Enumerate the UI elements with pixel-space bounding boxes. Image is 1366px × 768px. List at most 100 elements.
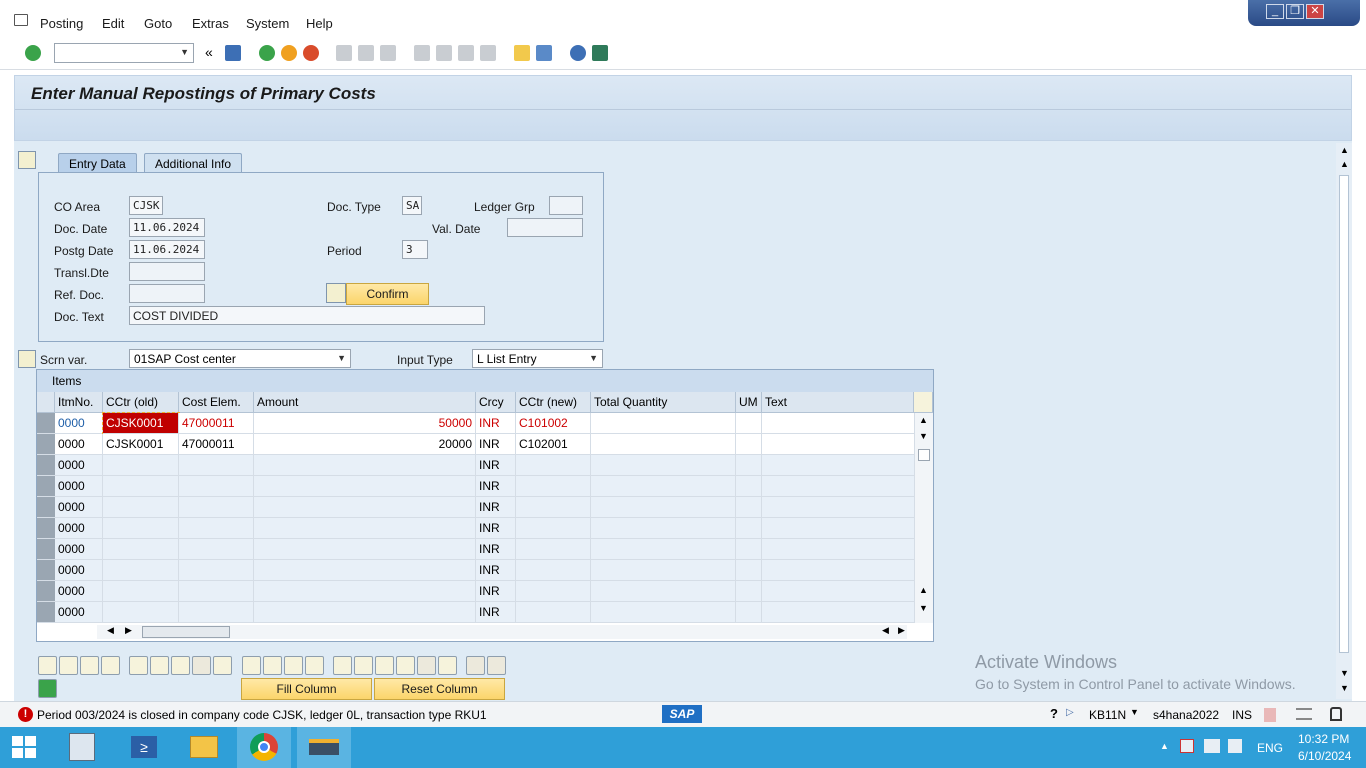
row-selector[interactable] [37, 413, 55, 434]
deselect-all-icon[interactable] [101, 656, 120, 675]
scroll-page-down-icon[interactable]: ▼ [919, 603, 928, 613]
menu-edit[interactable]: Edit [102, 16, 124, 31]
cell-total-quantity[interactable] [591, 434, 736, 455]
start-button[interactable] [0, 727, 54, 768]
cell-total-quantity[interactable] [591, 413, 736, 434]
postg-date-field[interactable]: 11.06.2024 [129, 240, 205, 259]
restore-button[interactable]: ❐ [1286, 4, 1304, 19]
cell-um[interactable] [736, 560, 762, 581]
cell-cost-elem[interactable] [179, 581, 254, 602]
cell-total-quantity[interactable] [591, 602, 736, 623]
co-area-field[interactable]: CJSK [129, 196, 163, 215]
find-in-table-icon[interactable] [375, 656, 394, 675]
col-amount[interactable]: Amount [254, 392, 476, 413]
scroll-down-icon[interactable]: ▼ [919, 431, 928, 441]
cell-cctr-new[interactable] [516, 539, 591, 560]
doc-text-field[interactable]: COST DIVIDED [129, 306, 485, 325]
cell-total-quantity[interactable] [591, 518, 736, 539]
scroll-up-icon[interactable]: ▲ [919, 415, 928, 425]
enter-check-icon[interactable] [25, 45, 41, 61]
menu-extras[interactable]: Extras [192, 16, 229, 31]
cell-um[interactable] [736, 602, 762, 623]
cell-crcy[interactable]: INR [476, 476, 516, 497]
select-block-icon[interactable] [80, 656, 99, 675]
page-scroll-down-icon[interactable]: ▼ [1340, 668, 1349, 678]
cell-text[interactable] [762, 476, 915, 497]
page-vscrollbar[interactable]: ▲ ▲ ▼ ▼ [1336, 143, 1352, 699]
tray-expand-icon[interactable]: ▲ [1160, 741, 1169, 751]
row-selector[interactable] [37, 455, 55, 476]
server-manager-icon[interactable] [57, 727, 111, 768]
paste-icon[interactable] [284, 656, 303, 675]
select-all-icon[interactable] [59, 656, 78, 675]
cell-cost-elem[interactable] [179, 539, 254, 560]
network-icon[interactable] [1204, 739, 1220, 753]
cell-cctr-new[interactable] [516, 602, 591, 623]
cell-total-quantity[interactable] [591, 455, 736, 476]
cell-text[interactable] [762, 560, 915, 581]
col-text[interactable]: Text [762, 392, 914, 413]
cell-um[interactable] [736, 413, 762, 434]
cell-cctr-old[interactable]: CJSK0001 [102, 412, 180, 435]
scroll-far-right-icon[interactable]: ▶ [898, 625, 905, 636]
cell-cctr-old[interactable] [103, 497, 179, 518]
cell-crcy[interactable]: INR [476, 413, 516, 434]
cell-text[interactable] [762, 518, 915, 539]
cell-total-quantity[interactable] [591, 476, 736, 497]
status-expand-icon[interactable]: ▷ [1066, 707, 1074, 718]
expand-variant-icon[interactable] [18, 350, 36, 368]
clock-date[interactable]: 6/10/2024 [1298, 749, 1351, 763]
cell-cctr-old[interactable] [103, 476, 179, 497]
cell-itmno[interactable]: 0000 [55, 560, 103, 581]
exit-icon[interactable] [281, 45, 297, 61]
detail-icon[interactable] [38, 656, 57, 675]
row-selector[interactable] [37, 539, 55, 560]
cell-amount[interactable] [254, 560, 476, 581]
doc-type-field[interactable]: SA [402, 196, 422, 215]
row-selector[interactable] [37, 581, 55, 602]
row-selector[interactable] [37, 560, 55, 581]
help-icon[interactable] [570, 45, 586, 61]
cell-cctr-new[interactable]: C102001 [516, 434, 591, 455]
minimize-button[interactable]: _ [1266, 4, 1284, 19]
scroll-far-left-icon[interactable]: ◀ [882, 625, 889, 636]
cell-amount[interactable]: 20000 [254, 434, 476, 455]
layout-icon[interactable] [1296, 708, 1312, 720]
cell-itmno[interactable]: 0000 [55, 413, 103, 434]
ledger-grp-field[interactable] [549, 196, 583, 215]
status-help-icon[interactable]: ? [1050, 706, 1058, 721]
cell-um[interactable] [736, 581, 762, 602]
ref-doc-field[interactable] [129, 284, 205, 303]
cell-cost-elem[interactable] [179, 560, 254, 581]
status-message[interactable]: Period 003/2024 is closed in company cod… [37, 708, 487, 722]
collapse-toolbar-icon[interactable]: « [205, 44, 213, 60]
page-scroll-bottom-icon[interactable]: ▼ [1340, 683, 1349, 693]
row-selector[interactable] [37, 434, 55, 455]
new-session-icon[interactable] [514, 45, 530, 61]
cell-itmno[interactable]: 0000 [55, 581, 103, 602]
cell-cctr-new[interactable] [516, 455, 591, 476]
col-cctr-old[interactable]: CCtr (old) [103, 392, 179, 413]
menu-goto[interactable]: Goto [144, 16, 172, 31]
val-date-field[interactable] [507, 218, 583, 237]
row-selector[interactable] [37, 497, 55, 518]
confirm-button[interactable]: Confirm [346, 283, 429, 305]
insert-row-icon[interactable] [129, 656, 148, 675]
cell-crcy[interactable]: INR [476, 497, 516, 518]
cell-amount[interactable] [254, 497, 476, 518]
cell-total-quantity[interactable] [591, 581, 736, 602]
cell-amount[interactable] [254, 455, 476, 476]
cell-text[interactable] [762, 434, 915, 455]
cell-cctr-new[interactable] [516, 497, 591, 518]
cell-cctr-new[interactable]: C101002 [516, 413, 591, 434]
cell-crcy[interactable]: INR [476, 539, 516, 560]
cell-itmno[interactable]: 0000 [55, 476, 103, 497]
duplicate-icon[interactable] [213, 656, 232, 675]
cut-icon[interactable] [242, 656, 261, 675]
col-um[interactable]: UM [736, 392, 762, 413]
scroll-thumb[interactable] [918, 449, 930, 461]
col-cctr-new[interactable]: CCtr (new) [516, 392, 591, 413]
cell-cctr-old[interactable] [103, 455, 179, 476]
copy-icon[interactable] [263, 656, 282, 675]
volume-icon[interactable] [1228, 739, 1242, 753]
